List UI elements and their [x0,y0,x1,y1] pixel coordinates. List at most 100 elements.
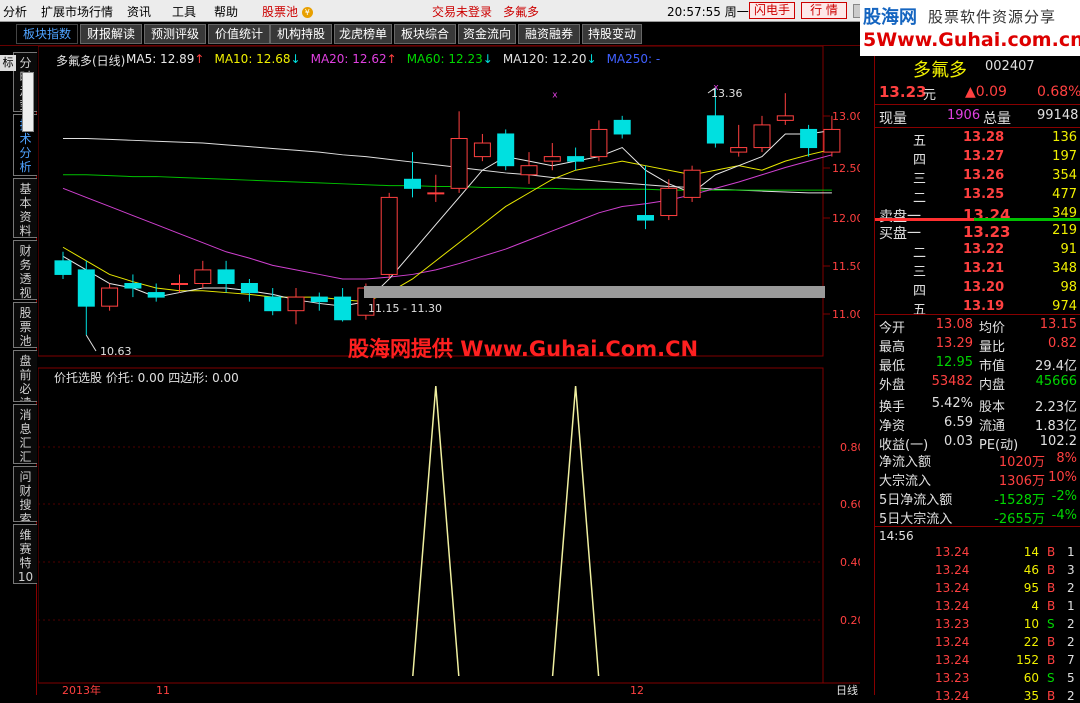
marker-x: x [552,91,558,101]
date-label-0: 2013年 [62,683,101,695]
sell-price: 13.28 [963,130,1005,145]
buy-price: 13.20 [963,280,1005,295]
flow-amount: -1528万 [994,493,1045,508]
stat-value: 13.08 [935,317,973,332]
tick-price: 13.23 [935,671,970,685]
ind-tick-1: 0.60 [840,498,860,511]
menu-extended-market[interactable]: 扩展市场行情 [41,3,113,20]
coin-icon: ¥ [301,7,313,18]
side-tab-visit[interactable]: 维赛特10 [13,524,37,584]
buy-price: 13.23 [963,223,1011,241]
tick-count: 2 [1067,617,1075,631]
candle-body [380,196,398,275]
flash-trade-button[interactable]: 闪电手 [749,2,795,19]
tab-holding-changes[interactable]: 持股变动 [582,24,642,44]
flow-label: 5日净流入额 [879,493,953,508]
menu-analysis[interactable]: 分析 [3,3,27,20]
quote-button[interactable]: 行 情 [801,2,847,19]
stat-label: 流通 [979,419,1006,434]
side-tab-bar: 分时走势 技术分析 基本资料 财务透视 股票池 盘前必读 消息汇汇 问财搜索 维… [0,52,37,695]
flow-label: 净流入额 [879,455,932,470]
quote-panel: 多氟多 002407 13.23 元 ▲0.09 0.68% 现量 1906 总… [874,56,1080,703]
ma10-line [62,148,833,303]
indicator-spike [412,385,460,677]
site-logo: 股海网 股票软件资源分享 5Www.Guhai.com.cn [860,0,1080,56]
stat-value: 6.59 [944,415,973,430]
stock-code: 002407 [985,59,1035,74]
low-price-label: 10.63 [100,345,132,358]
divider [875,314,1080,315]
tick-volume: 22 [1023,635,1039,649]
flow-amount: 1306万 [998,474,1045,489]
candle-body [613,119,631,135]
stat-label: 今开 [879,321,906,336]
menu-help[interactable]: 帮助 [214,3,238,20]
candle-body [450,138,468,189]
stat-value: 2.23亿 [1035,400,1077,415]
tick-volume: 10 [1023,617,1039,631]
candle-body [240,283,258,294]
total-vol: 99148 [1037,108,1079,123]
sell-level-label: 四 [913,153,927,168]
tick-side: B [1047,635,1056,649]
range-label: 11.15 - 11.30 [368,302,442,315]
tab-sector-index[interactable]: 板块指数 [16,24,78,44]
tick-volume: 35 [1023,689,1039,703]
flow-pct: 10% [1048,470,1077,485]
candle-body [124,283,142,289]
candle-body [147,292,165,298]
candle-body [683,169,701,198]
tick-side: B [1047,563,1056,577]
tab-value-stats[interactable]: 价值统计 [208,24,270,44]
tick-side: B [1047,689,1056,703]
tick-count: 2 [1067,689,1075,703]
indicator-lines [412,385,600,677]
buy-level-label: 买盘一 [879,226,921,242]
tab-report-reading[interactable]: 财报解读 [80,24,142,44]
left-scrollbar[interactable] [22,72,34,132]
candle-body [800,128,818,149]
tab-sector-overview[interactable]: 板块综合 [394,24,456,44]
current-vol-label: 现量 [879,111,907,127]
buy-level-label: 五 [913,303,927,318]
menu-tools[interactable]: 工具 [172,3,196,20]
tick-count: 2 [1067,581,1075,595]
tab-top-list[interactable]: 龙虎榜单 [334,24,392,44]
side-tab-financials[interactable]: 财务透视 [13,240,37,300]
sell-price: 13.24 [963,206,1011,224]
buy-price: 13.22 [963,242,1005,257]
tick-volume: 152 [1016,653,1039,667]
side-tab-basic-info[interactable]: 基本资料 [13,178,37,238]
stat-value: 0.82 [1048,336,1077,351]
stock-pool-label: 股票池 [262,5,299,19]
flow-label: 大宗流入 [879,474,932,489]
tab-forecast-rating[interactable]: 预测评级 [144,24,206,44]
tick-side: S [1047,671,1055,685]
candle-body [171,283,188,285]
side-tab-stock-pool[interactable]: 股票池 [13,302,37,348]
menu-stock-pool[interactable]: 股票池 ¥ [262,3,313,20]
panel-tag: 标 [0,55,16,71]
candle-body [310,296,328,303]
tick-side: B [1047,581,1056,595]
low-pointer [85,334,97,352]
menu-news[interactable]: 资讯 [127,3,151,20]
stat-label: 换手 [879,400,906,415]
candle-body [334,296,352,321]
tick-price: 13.24 [935,653,970,667]
stat-value: 45666 [1035,374,1077,389]
tick-price: 13.24 [935,599,970,613]
side-tab-search[interactable]: 问财搜索 [13,466,37,522]
candle-body [101,287,119,307]
buy-volume: 98 [1060,280,1077,295]
date-label-1: 11 [156,684,170,695]
side-tab-news[interactable]: 消息汇汇 [13,404,37,464]
side-tab-premarket[interactable]: 盘前必读 [13,350,37,402]
tab-fund-flow[interactable]: 资金流向 [458,24,516,44]
tab-institution-holdings[interactable]: 机构持股 [270,24,332,44]
ma120-line [63,138,832,194]
kline-chart[interactable]: xx 11.15 - 11.30 13.36 10.63 股海网提供 Www.G… [38,46,860,695]
buy-price: 13.21 [963,261,1005,276]
tab-margin-trading[interactable]: 融资融券 [518,24,580,44]
flow-label: 5日大宗流入 [879,512,953,527]
